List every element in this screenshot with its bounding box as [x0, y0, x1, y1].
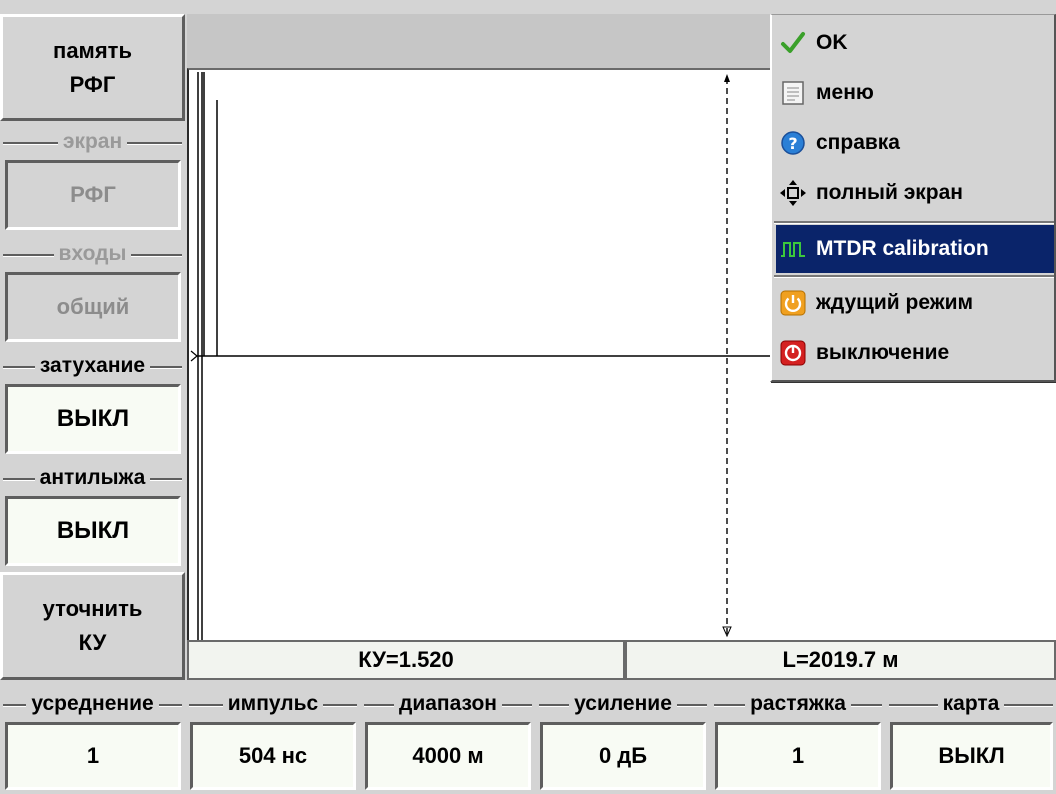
attenuation-group-text: затухание: [34, 354, 151, 378]
antiski-value: ВЫКЛ: [56, 517, 130, 544]
menu-item-ok-label: OK: [816, 31, 848, 54]
inputs-group-label: входы: [0, 236, 185, 272]
menu-item-ok[interactable]: OK: [776, 19, 1054, 67]
stretch-label: растяжка: [711, 686, 885, 722]
averaging-label-text: усреднение: [26, 692, 159, 716]
screen-group-text: экран: [57, 130, 128, 154]
gain-label-text: усиление: [569, 692, 677, 716]
pulse-label: импульс: [186, 686, 360, 722]
context-menu: OK меню ? справка полный экран MTDR cali…: [770, 14, 1056, 382]
attenuation-value-field[interactable]: ВЫКЛ: [5, 384, 181, 454]
stretch-label-text: растяжка: [745, 692, 851, 716]
length-status-text: L=2019.7 м: [782, 647, 899, 672]
pulse-value: 504 нс: [238, 743, 308, 768]
svg-text:?: ?: [788, 134, 797, 153]
inputs-group-text: входы: [53, 242, 132, 266]
inputs-value-field: общий: [5, 272, 181, 342]
antiski-group-label: антилыжа: [0, 460, 185, 496]
memory-rfg-label: память РФГ: [53, 37, 132, 97]
stretch-value: 1: [791, 743, 805, 768]
menu-item-menu-label: меню: [816, 81, 874, 104]
check-icon: [780, 30, 806, 56]
menu-item-mtdr-calibration[interactable]: MTDR calibration: [776, 225, 1054, 273]
map-label: карта: [886, 686, 1056, 722]
attenuation-value: ВЫКЛ: [56, 405, 130, 432]
cursor-top-arrow: [724, 74, 730, 82]
menu-item-help-label: справка: [816, 131, 900, 154]
range-label-text: диапазон: [394, 692, 502, 716]
refine-ku-label: уточнить КУ: [42, 596, 143, 655]
menu-item-help[interactable]: ? справка: [776, 119, 1054, 167]
menu-item-power-off-label: выключение: [816, 341, 950, 364]
averaging-value: 1: [86, 743, 100, 768]
refine-ku-button[interactable]: уточнить КУ: [0, 572, 185, 680]
range-value-field[interactable]: 4000 м: [365, 722, 531, 790]
power-off-icon: [780, 340, 806, 366]
gain-value: 0 дБ: [598, 743, 648, 768]
map-value-field[interactable]: ВЫКЛ: [890, 722, 1053, 790]
start-marker-arrow: [190, 350, 198, 362]
move-arrows-icon: [780, 180, 806, 206]
antiski-value-field[interactable]: ВЫКЛ: [5, 496, 181, 566]
ku-status-text: КУ=1.520: [358, 647, 454, 672]
screen-value-field: РФГ: [5, 160, 181, 230]
range-label: диапазон: [361, 686, 535, 722]
menu-item-menu[interactable]: меню: [776, 69, 1054, 117]
menu-item-power-off[interactable]: выключение: [776, 329, 1054, 377]
memory-rfg-button[interactable]: память РФГ: [0, 14, 185, 121]
pulse-label-text: импульс: [222, 692, 324, 716]
inputs-value: общий: [56, 294, 130, 319]
help-icon: ?: [780, 130, 806, 156]
menu-item-standby[interactable]: ждущий режим: [776, 279, 1054, 327]
antiski-group-text: антилыжа: [34, 466, 151, 490]
map-value: ВЫКЛ: [938, 743, 1005, 768]
pulse-wave-icon: [780, 236, 806, 262]
gain-label: усиление: [536, 686, 710, 722]
pulse-value-field[interactable]: 504 нс: [190, 722, 356, 790]
screen-value: РФГ: [70, 182, 116, 207]
menu-item-standby-label: ждущий режим: [816, 291, 974, 314]
length-status: L=2019.7 м: [625, 640, 1056, 680]
averaging-label: усреднение: [0, 686, 185, 722]
range-value: 4000 м: [412, 743, 484, 768]
menu-item-mtdr-calibration-label: MTDR calibration: [816, 237, 989, 260]
gain-value-field[interactable]: 0 дБ: [540, 722, 706, 790]
document-icon: [780, 80, 806, 106]
averaging-value-field[interactable]: 1: [5, 722, 181, 790]
map-label-text: карта: [937, 692, 1005, 716]
menu-separator: [774, 275, 1054, 278]
attenuation-group-label: затухание: [0, 348, 185, 384]
menu-separator: [774, 221, 1054, 224]
stretch-value-field[interactable]: 1: [715, 722, 881, 790]
ku-status: КУ=1.520: [187, 640, 625, 680]
standby-icon: [780, 290, 806, 316]
menu-item-fullscreen-label: полный экран: [816, 181, 963, 204]
menu-item-fullscreen[interactable]: полный экран: [776, 169, 1054, 217]
screen-group-label: экран: [0, 124, 185, 160]
